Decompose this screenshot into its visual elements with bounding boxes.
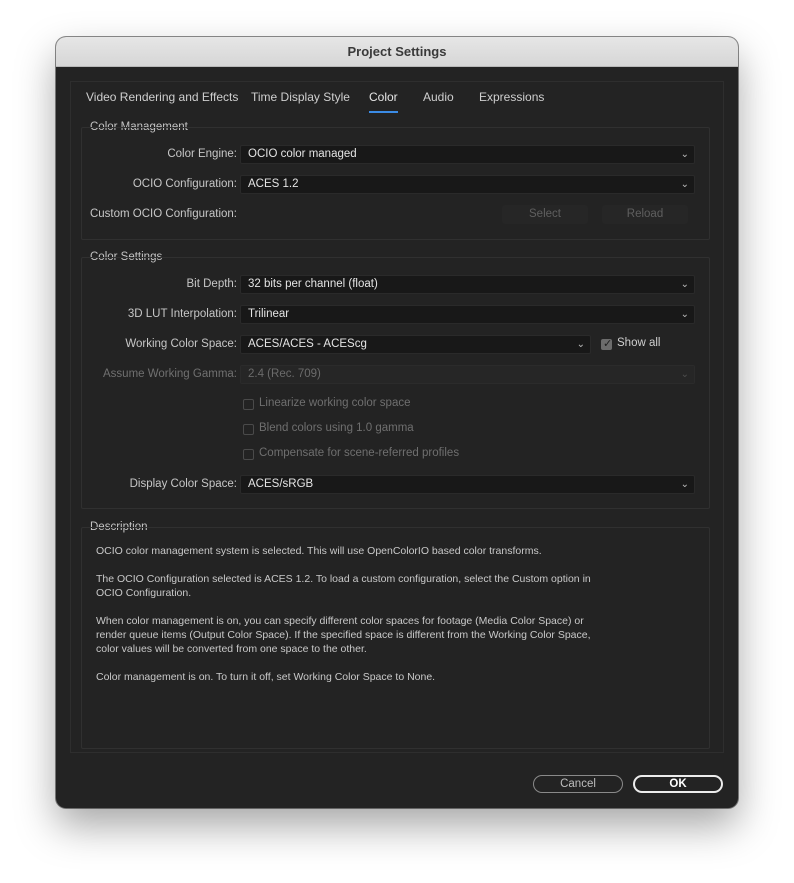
active-tab-indicator: [369, 111, 398, 113]
tab-bar: Video Rendering and Effects Time Display…: [71, 82, 723, 113]
show-all-label: Show all: [617, 337, 661, 349]
working-gamma-value: 2.4 (Rec. 709): [248, 368, 321, 380]
reload-button[interactable]: Reload: [602, 205, 688, 224]
cancel-button[interactable]: Cancel: [533, 775, 623, 793]
bit-depth-label: Bit Depth:: [186, 278, 238, 290]
project-settings-dialog: Project Settings Video Rendering and Eff…: [56, 37, 738, 808]
description-paragraph-1: OCIO color management system is selected…: [96, 545, 542, 557]
tab-audio[interactable]: Audio: [423, 90, 454, 104]
color-engine-label: Color Engine:: [167, 148, 237, 160]
description-paragraph-2: The OCIO Configuration selected is ACES …: [96, 573, 591, 599]
bit-depth-dropdown[interactable]: 32 bits per channel (float) ⌄: [240, 275, 695, 294]
working-gamma-dropdown[interactable]: 2.4 (Rec. 709) ⌄: [240, 365, 695, 384]
linearize-checkbox[interactable]: [243, 399, 254, 410]
chevron-down-icon: ⌄: [680, 149, 689, 160]
tab-color[interactable]: Color: [369, 90, 398, 113]
tab-video-rendering[interactable]: Video Rendering and Effects: [86, 90, 238, 104]
select-button[interactable]: Select: [502, 205, 588, 224]
working-gamma-label: Assume Working Gamma:: [103, 368, 237, 380]
description-paragraph-3: When color management is on, you can spe…: [96, 615, 591, 655]
description-group: OCIO color management system is selected…: [81, 527, 710, 749]
ocio-config-label: OCIO Configuration:: [132, 178, 237, 190]
ok-button[interactable]: OK: [633, 775, 723, 793]
chevron-down-icon: ⌄: [680, 479, 689, 490]
blend-colors-checkbox[interactable]: [243, 424, 254, 435]
settings-panel: Video Rendering and Effects Time Display…: [70, 81, 724, 753]
color-management-group: Color Engine: OCIO color managed ⌄ OCIO …: [81, 127, 710, 240]
compensate-checkbox[interactable]: [243, 449, 254, 460]
working-color-space-value: ACES/ACES - ACEScg: [248, 338, 367, 350]
display-color-space-label: Display Color Space:: [129, 478, 237, 490]
tab-expressions[interactable]: Expressions: [479, 90, 544, 104]
chevron-down-icon: ⌄: [680, 309, 689, 320]
working-color-space-dropdown[interactable]: ACES/ACES - ACEScg ⌄: [240, 335, 591, 354]
blend-colors-label: Blend colors using 1.0 gamma: [259, 422, 414, 434]
display-color-space-dropdown[interactable]: ACES/sRGB ⌄: [240, 475, 695, 494]
chevron-down-icon: ⌄: [576, 339, 585, 350]
chevron-down-icon: ⌄: [680, 179, 689, 190]
tab-color-label: Color: [369, 90, 398, 104]
working-color-space-label: Working Color Space:: [125, 338, 237, 350]
lut-interpolation-dropdown[interactable]: Trilinear ⌄: [240, 305, 695, 324]
ocio-config-value: ACES 1.2: [248, 178, 299, 190]
lut-interpolation-value: Trilinear: [248, 308, 290, 320]
tab-time-display-style[interactable]: Time Display Style: [251, 90, 350, 104]
description-paragraph-4: Color management is on. To turn it off, …: [96, 671, 436, 683]
lut-interpolation-label: 3D LUT Interpolation:: [127, 308, 237, 320]
chevron-down-icon: ⌄: [680, 279, 689, 290]
display-color-space-value: ACES/sRGB: [248, 478, 314, 490]
color-engine-value: OCIO color managed: [248, 148, 357, 160]
chevron-down-icon: ⌄: [680, 369, 689, 380]
show-all-checkbox[interactable]: [601, 337, 612, 350]
window-title: Project Settings: [56, 37, 738, 67]
compensate-label: Compensate for scene-referred profiles: [259, 447, 460, 459]
ocio-config-dropdown[interactable]: ACES 1.2 ⌄: [240, 175, 695, 194]
linearize-label: Linearize working color space: [259, 397, 411, 409]
bit-depth-value: 32 bits per channel (float): [248, 278, 378, 290]
color-engine-dropdown[interactable]: OCIO color managed ⌄: [240, 145, 695, 164]
color-settings-group: Bit Depth: 32 bits per channel (float) ⌄…: [81, 257, 710, 509]
custom-ocio-label: Custom OCIO Configuration:: [89, 208, 237, 220]
